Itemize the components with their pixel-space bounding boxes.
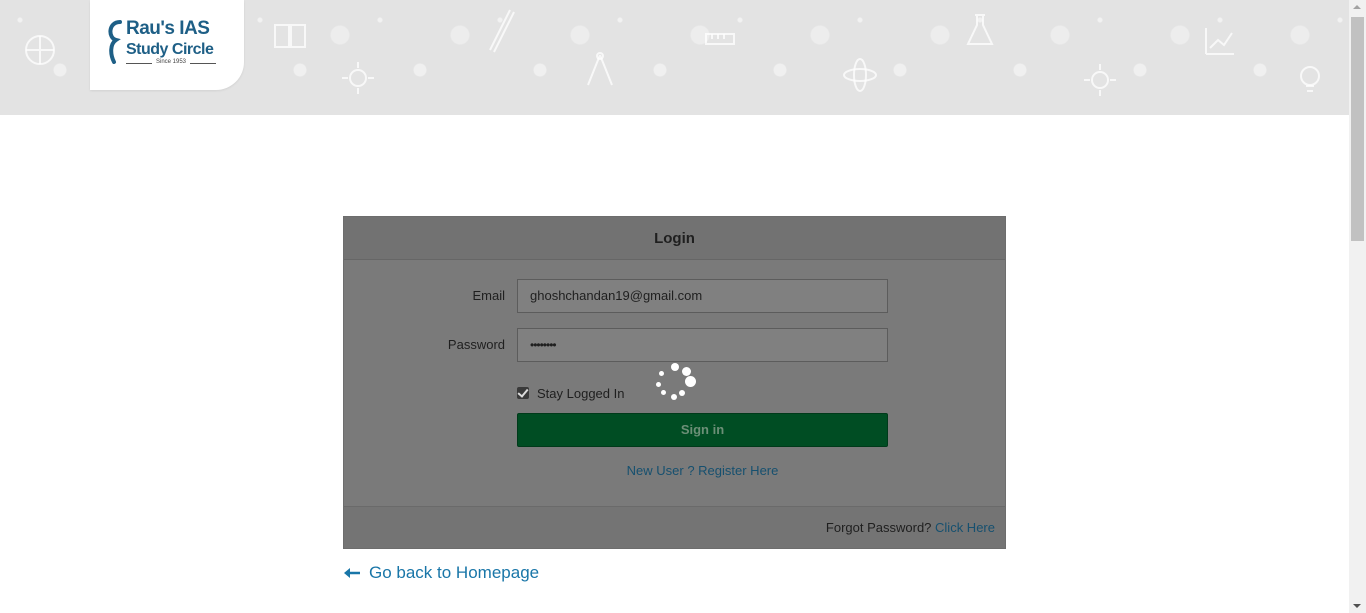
logo[interactable]: Rau's IAS Study Circle Since 1953 [90, 0, 244, 90]
password-row: Password •••••••• [344, 328, 1005, 362]
doodle-flask-icon [966, 14, 994, 45]
doodle-book-icon [274, 24, 306, 48]
register-link[interactable]: New User ? Register Here [517, 463, 888, 478]
doodle-sun2-icon [1084, 64, 1116, 96]
logo-emblem-icon [108, 20, 122, 64]
stay-logged-in-label: Stay Logged In [537, 385, 625, 401]
doodle-atom-icon [843, 58, 877, 92]
loading-spinner-icon [654, 362, 698, 406]
stay-logged-in[interactable]: Stay Logged In [517, 383, 624, 403]
doodle-compass-icon [587, 52, 613, 86]
logo-since: Since 1953 [126, 59, 216, 65]
email-row: Email ghoshchandan19@gmail.com [344, 279, 1005, 313]
sign-in-button[interactable]: Sign in [517, 413, 888, 447]
scrollbar[interactable] [1349, 0, 1366, 613]
login-footer: Forgot Password? Click Here [344, 506, 1005, 548]
forgot-password-text: Forgot Password? [825, 520, 932, 535]
forgot-password-link[interactable]: Click Here [935, 520, 995, 535]
doodle-bulb-icon [1300, 66, 1320, 92]
doodle-pencil-icon [489, 9, 515, 53]
email-label: Email [472, 288, 505, 303]
scroll-down-icon[interactable] [1353, 604, 1361, 608]
doodle-globe-icon [25, 35, 55, 65]
header-banner: Rau's IAS Study Circle Since 1953 [0, 0, 1349, 115]
scroll-thumb[interactable] [1351, 17, 1364, 241]
arrow-left-icon [344, 568, 360, 578]
doodle-ruler-icon [705, 33, 735, 45]
password-field[interactable]: •••••••• [517, 328, 888, 362]
logo-title: Rau's IAS [126, 18, 210, 39]
email-field[interactable]: ghoshchandan19@gmail.com [517, 279, 888, 313]
scroll-up-icon[interactable] [1353, 5, 1361, 9]
doodle-sun-icon [342, 62, 374, 94]
logo-subtitle: Study Circle [126, 41, 214, 58]
login-title: Login [344, 217, 1005, 260]
back-to-homepage-link[interactable]: Go back to Homepage [343, 563, 539, 583]
checkbox-checked-icon[interactable] [517, 387, 529, 399]
password-label: Password [447, 337, 505, 352]
doodle-chart-icon [1205, 28, 1234, 55]
back-to-homepage-label: Go back to Homepage [369, 563, 540, 582]
